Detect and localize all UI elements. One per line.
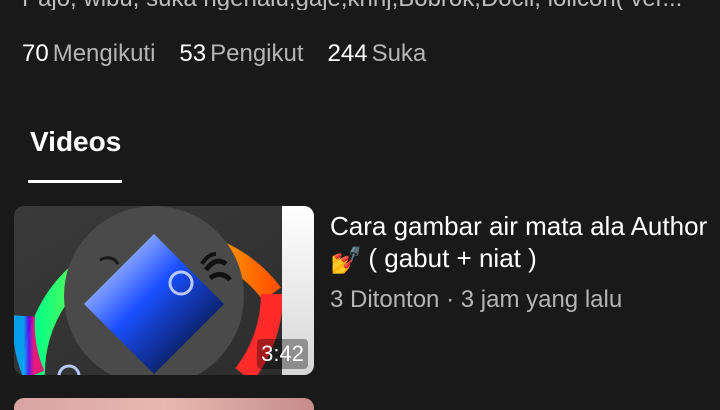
video-title[interactable]: Cara gambar air mata ala Author 💅( gabut…	[330, 210, 710, 275]
tab-videos-label: Videos	[30, 126, 122, 157]
followers-count: 53	[179, 40, 207, 67]
meta-separator: ·	[446, 286, 455, 313]
profile-bio: Pajo, wibu, suka ngehalu,gaje,krinj,Bobr…	[22, 0, 720, 10]
followers-stat[interactable]: 53 Pengikut	[179, 40, 303, 68]
video-age: 3 jam yang lalu	[460, 286, 623, 313]
tab-videos[interactable]: Videos	[28, 122, 122, 184]
following-count: 70	[22, 40, 49, 67]
likes-label: Suka	[371, 40, 427, 67]
video-metadata: 3 Ditonton · 3 jam yang lalu	[330, 286, 622, 314]
video-views: 3 Ditonton	[330, 286, 440, 313]
likes-count: 244	[327, 40, 368, 67]
tab-active-indicator	[28, 180, 122, 183]
followers-label: Pengikut	[210, 40, 304, 67]
video-title-line1: Cara gambar air mata ala Author	[330, 211, 708, 241]
video-title-line2: ( gabut + niat )	[368, 243, 537, 273]
following-label: Mengikuti	[52, 40, 156, 67]
video-duration: 3:42	[257, 339, 308, 369]
profile-stats: 70 Mengikuti 53 Pengikut 244 Suka	[22, 36, 450, 72]
video-list-item[interactable]: 3:42 Cara gambar air mata ala Author 💅( …	[14, 206, 714, 378]
nail-polish-icon: 💅	[330, 245, 363, 275]
likes-stat: 244 Suka	[328, 40, 427, 68]
following-stat[interactable]: 70 Mengikuti	[22, 40, 155, 68]
video-thumbnail[interactable]: 3:42	[14, 206, 314, 375]
next-video-thumbnail[interactable]	[14, 398, 314, 410]
